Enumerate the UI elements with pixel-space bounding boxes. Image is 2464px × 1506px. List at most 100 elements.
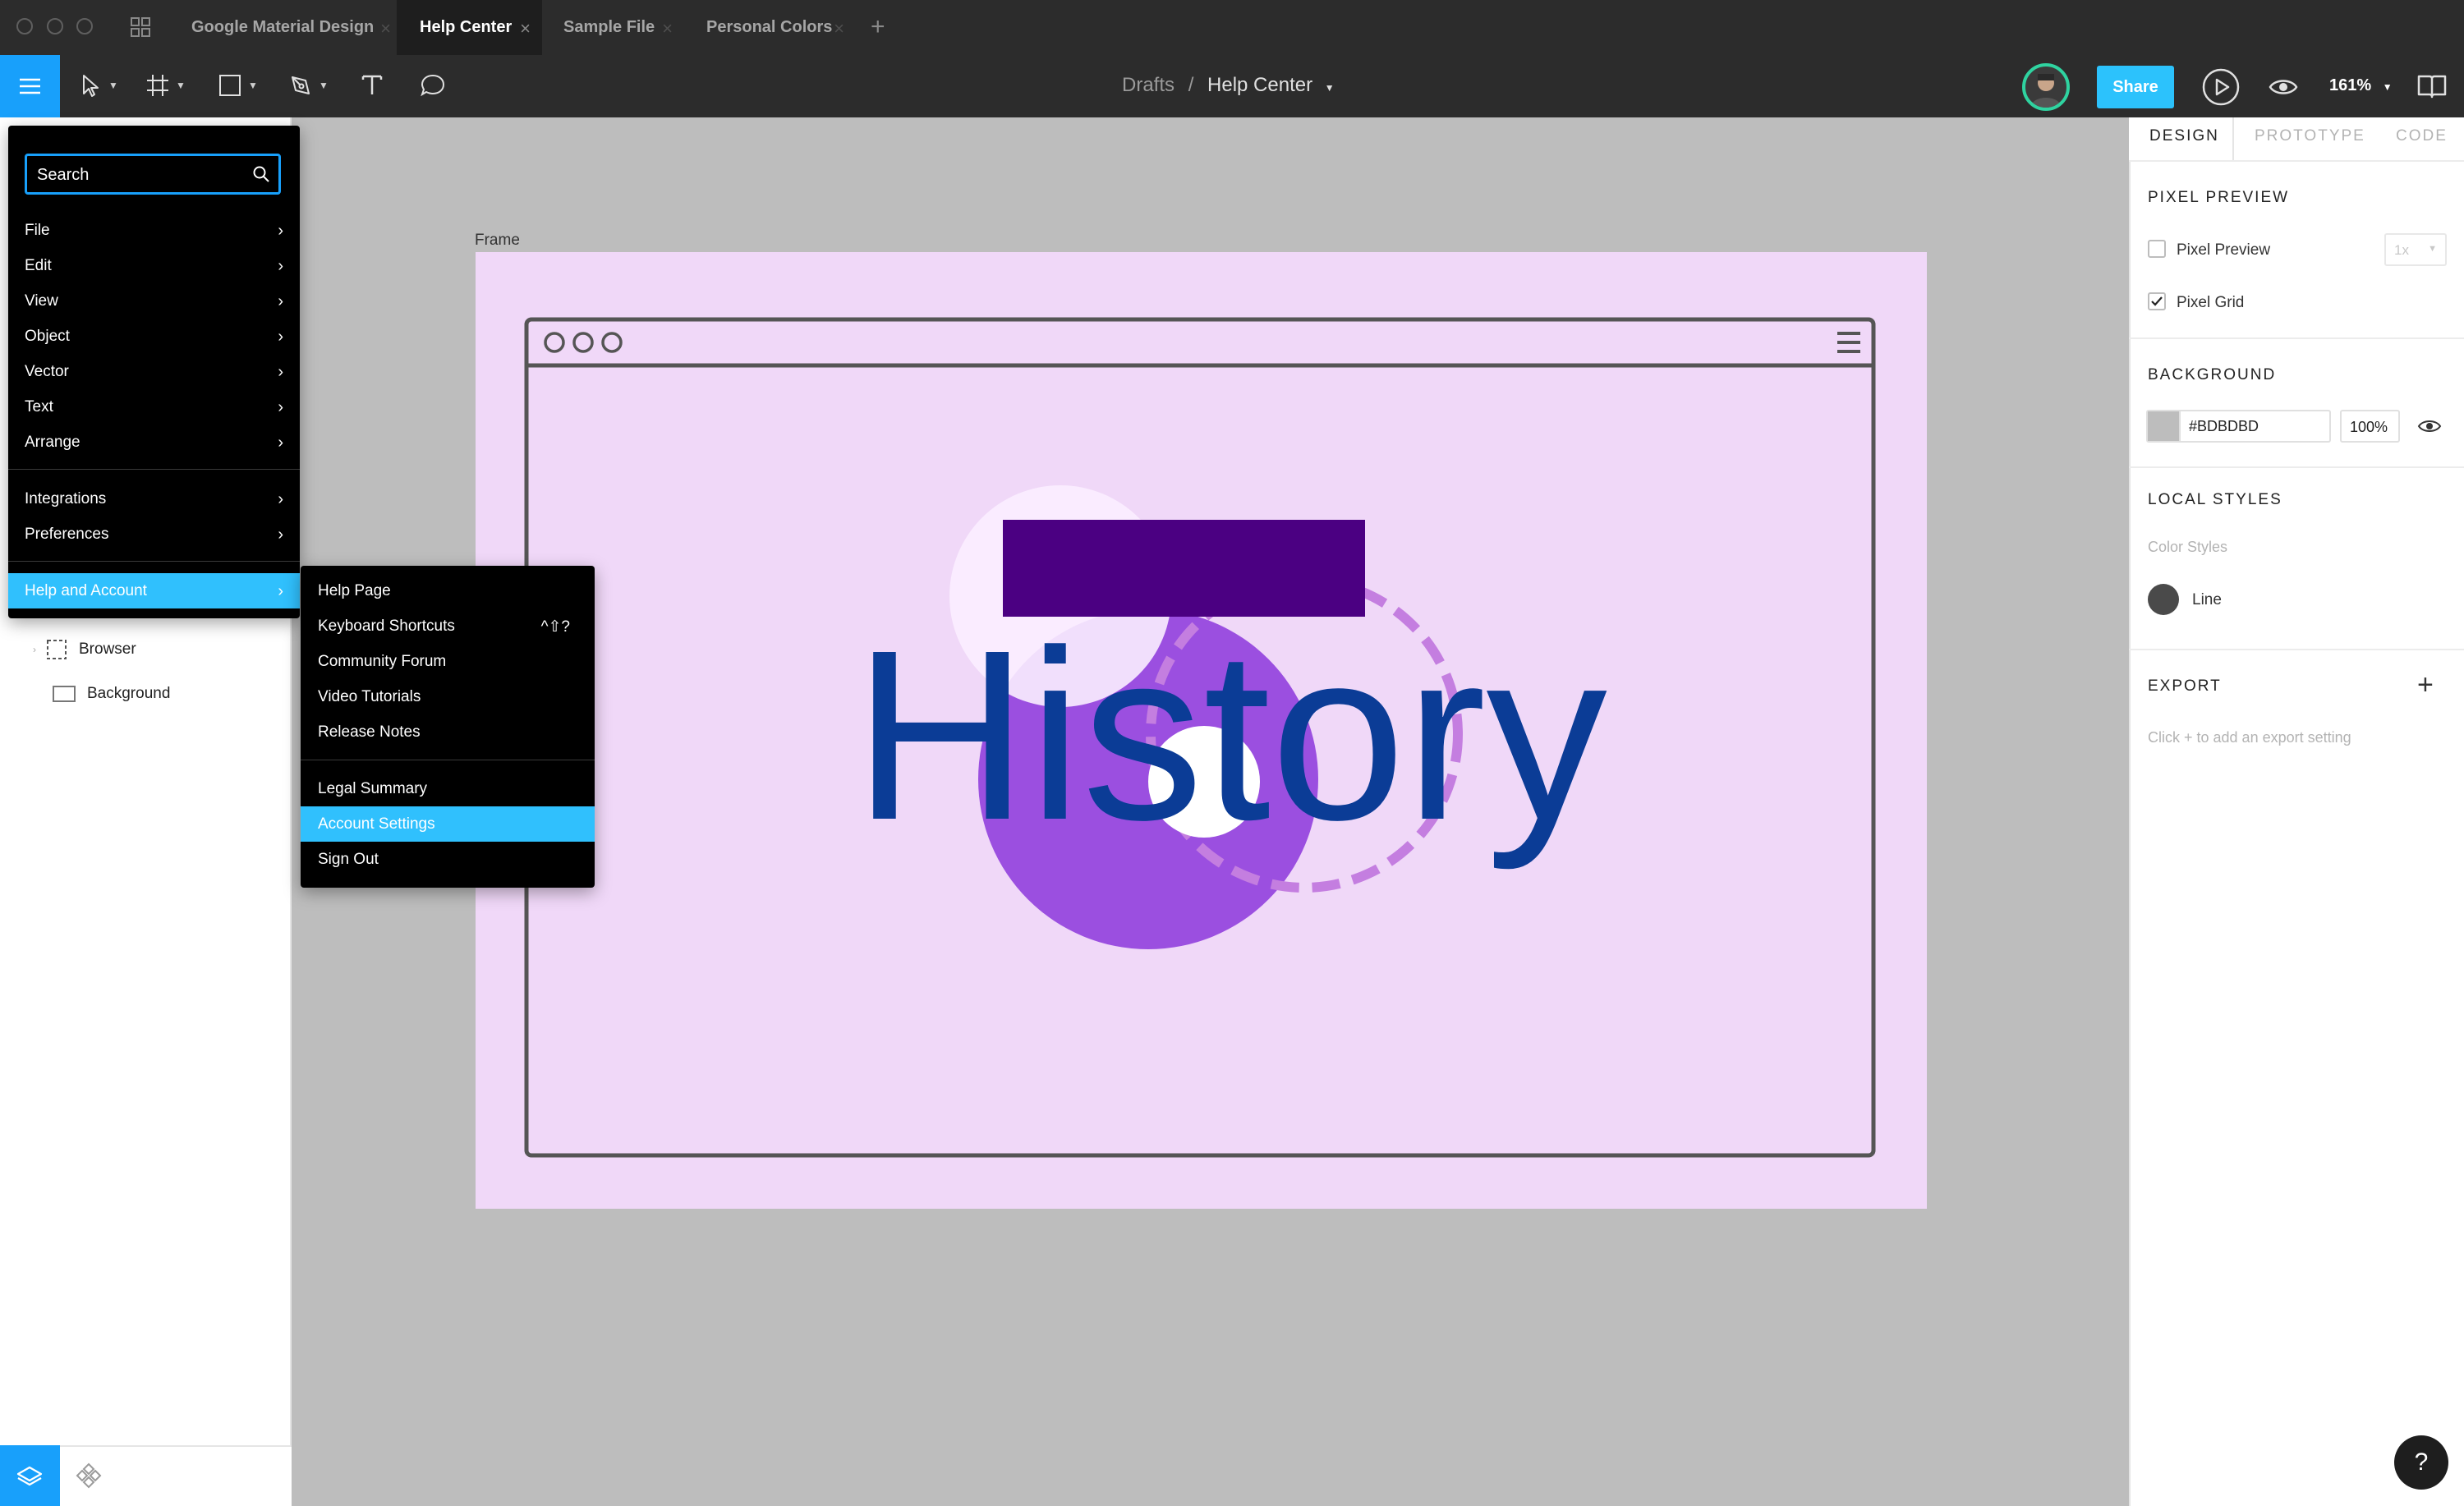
pixel-preview-scale-select[interactable]: 1x ▼ xyxy=(2384,233,2447,266)
chevron-right-icon: › xyxy=(278,257,283,275)
style-name-line[interactable]: Line xyxy=(2192,591,2222,609)
background-opacity-value: 100% xyxy=(2350,419,2388,435)
submenu-item-community-forum[interactable]: Community Forum xyxy=(301,644,595,679)
move-tool[interactable]: ▼ xyxy=(77,72,118,99)
tab-label: Google Material Design xyxy=(191,18,375,36)
tab-help-center[interactable]: Help Center × xyxy=(397,0,542,55)
tab-google-material-design[interactable]: Google Material Design × xyxy=(168,0,402,55)
add-export-plus-icon[interactable]: + xyxy=(2417,669,2434,701)
menu-item-file[interactable]: File › xyxy=(8,213,300,248)
tab-prototype[interactable]: PROTOTYPE xyxy=(2255,127,2365,145)
grid-icon[interactable] xyxy=(130,16,151,38)
menu-item-arrange[interactable]: Arrange › xyxy=(8,425,300,460)
menu-divider xyxy=(8,469,300,470)
present-play-icon[interactable] xyxy=(2201,67,2241,107)
pixel-preview-checkbox[interactable] xyxy=(2148,240,2166,258)
canvas-frame[interactable]: History xyxy=(476,252,1927,1209)
menu-item-label: Preferences xyxy=(25,525,109,543)
menu-item-object[interactable]: Object › xyxy=(8,319,300,354)
menu-search-input[interactable]: Search xyxy=(25,154,281,195)
menu-divider xyxy=(8,561,300,562)
menu-item-preferences[interactable]: Preferences › xyxy=(8,517,300,552)
library-book-icon[interactable] xyxy=(2416,72,2448,100)
breadcrumb-root[interactable]: Drafts xyxy=(1122,74,1175,96)
color-styles-label: Color Styles xyxy=(2148,539,2228,555)
browser-menu-icon xyxy=(1837,332,1860,353)
properties-panel xyxy=(2129,117,2464,1506)
eye-icon[interactable] xyxy=(2417,417,2442,435)
menu-item-vector[interactable]: Vector › xyxy=(8,354,300,389)
window-close-dot[interactable] xyxy=(16,18,33,34)
search-icon xyxy=(253,166,269,182)
section-title-pixel-preview: PIXEL PREVIEW xyxy=(2148,189,2290,206)
scale-value: 1x xyxy=(2394,242,2409,258)
layers-tab-button[interactable] xyxy=(0,1445,60,1506)
chevron-right-icon: › xyxy=(278,292,283,310)
eye-icon[interactable] xyxy=(2269,76,2298,99)
shape-tool[interactable]: ▼ xyxy=(217,72,258,99)
menu-item-help-and-account[interactable]: Help and Account › xyxy=(8,573,300,608)
submenu-item-help-page[interactable]: Help Page xyxy=(301,573,595,608)
submenu-item-legal-summary[interactable]: Legal Summary xyxy=(301,771,595,806)
submenu-item-keyboard-shortcuts[interactable]: Keyboard Shortcuts ^⇧? xyxy=(301,608,595,644)
section-title-export: EXPORT xyxy=(2148,677,2222,695)
components-tab-button[interactable] xyxy=(75,1462,103,1490)
layer-row-background[interactable]: Background xyxy=(53,673,170,715)
layer-row-browser[interactable]: › Browser xyxy=(33,628,136,671)
menu-item-label: Vector xyxy=(25,362,69,380)
submenu-item-sign-out[interactable]: Sign Out xyxy=(301,842,595,877)
background-color-field[interactable]: #BDBDBD xyxy=(2146,410,2331,443)
submenu-item-label: Video Tutorials xyxy=(318,687,421,705)
menu-search-placeholder: Search xyxy=(37,166,90,184)
pixel-grid-checkbox[interactable] xyxy=(2148,292,2166,310)
submenu-item-release-notes[interactable]: Release Notes xyxy=(301,714,595,750)
menu-item-text[interactable]: Text › xyxy=(8,389,300,425)
components-diamond-icon xyxy=(76,1462,102,1489)
close-icon[interactable]: × xyxy=(380,18,391,39)
comment-tool[interactable] xyxy=(419,72,447,99)
window-minimize-dot[interactable] xyxy=(47,18,63,34)
chevron-down-icon[interactable]: ▼ xyxy=(1325,82,1335,94)
frame-tool[interactable]: ▼ xyxy=(145,72,186,99)
submenu-item-video-tutorials[interactable]: Video Tutorials xyxy=(301,679,595,714)
tab-design[interactable]: DESIGN xyxy=(2149,127,2219,145)
pen-tool[interactable]: ▼ xyxy=(287,72,329,99)
close-icon[interactable]: × xyxy=(662,18,673,39)
chevron-down-icon: ▼ xyxy=(108,80,118,91)
main-menu-button[interactable] xyxy=(0,55,60,117)
help-button[interactable]: ? xyxy=(2394,1435,2448,1490)
tab-code[interactable]: CODE xyxy=(2396,127,2448,145)
menu-item-label: File xyxy=(25,221,50,239)
browser-illustration: History xyxy=(524,317,1876,1158)
text-tool[interactable] xyxy=(358,71,386,99)
style-swatch-line[interactable] xyxy=(2148,584,2179,615)
panel-divider xyxy=(2129,466,2464,468)
tab-sample-file[interactable]: Sample File × xyxy=(540,0,684,55)
avatar[interactable] xyxy=(2022,63,2070,111)
chevron-right-icon: › xyxy=(278,434,283,452)
frame-label[interactable]: Frame xyxy=(475,232,520,250)
menu-item-integrations[interactable]: Integrations › xyxy=(8,481,300,517)
share-button[interactable]: Share xyxy=(2097,66,2174,108)
menu-item-label: Help and Account xyxy=(25,581,147,599)
history-text: History xyxy=(853,599,1607,872)
frame-dashed-icon xyxy=(47,640,67,659)
tab-personal-colors[interactable]: Personal Colors × xyxy=(683,0,856,55)
submenu-item-account-settings[interactable]: Account Settings xyxy=(301,806,595,842)
rectangle-icon xyxy=(219,75,241,96)
color-swatch[interactable] xyxy=(2148,411,2181,441)
breadcrumb-current[interactable]: Help Center xyxy=(1207,74,1312,96)
menu-item-edit[interactable]: Edit › xyxy=(8,248,300,283)
background-opacity-field[interactable]: 100% xyxy=(2340,410,2400,443)
chevron-right-icon: › xyxy=(278,328,283,346)
zoom-level[interactable]: 161% ▼ xyxy=(2329,76,2393,95)
close-icon[interactable]: × xyxy=(834,18,844,39)
chevron-right-icon: › xyxy=(278,398,283,416)
chevron-right-icon[interactable]: › xyxy=(33,644,36,655)
menu-item-label: Integrations xyxy=(25,489,107,507)
new-tab-plus-icon[interactable]: + xyxy=(871,13,885,41)
menu-item-view[interactable]: View › xyxy=(8,283,300,319)
close-icon[interactable]: × xyxy=(520,18,531,39)
tab-label: Sample File xyxy=(563,18,655,36)
window-maximize-dot[interactable] xyxy=(76,18,93,34)
